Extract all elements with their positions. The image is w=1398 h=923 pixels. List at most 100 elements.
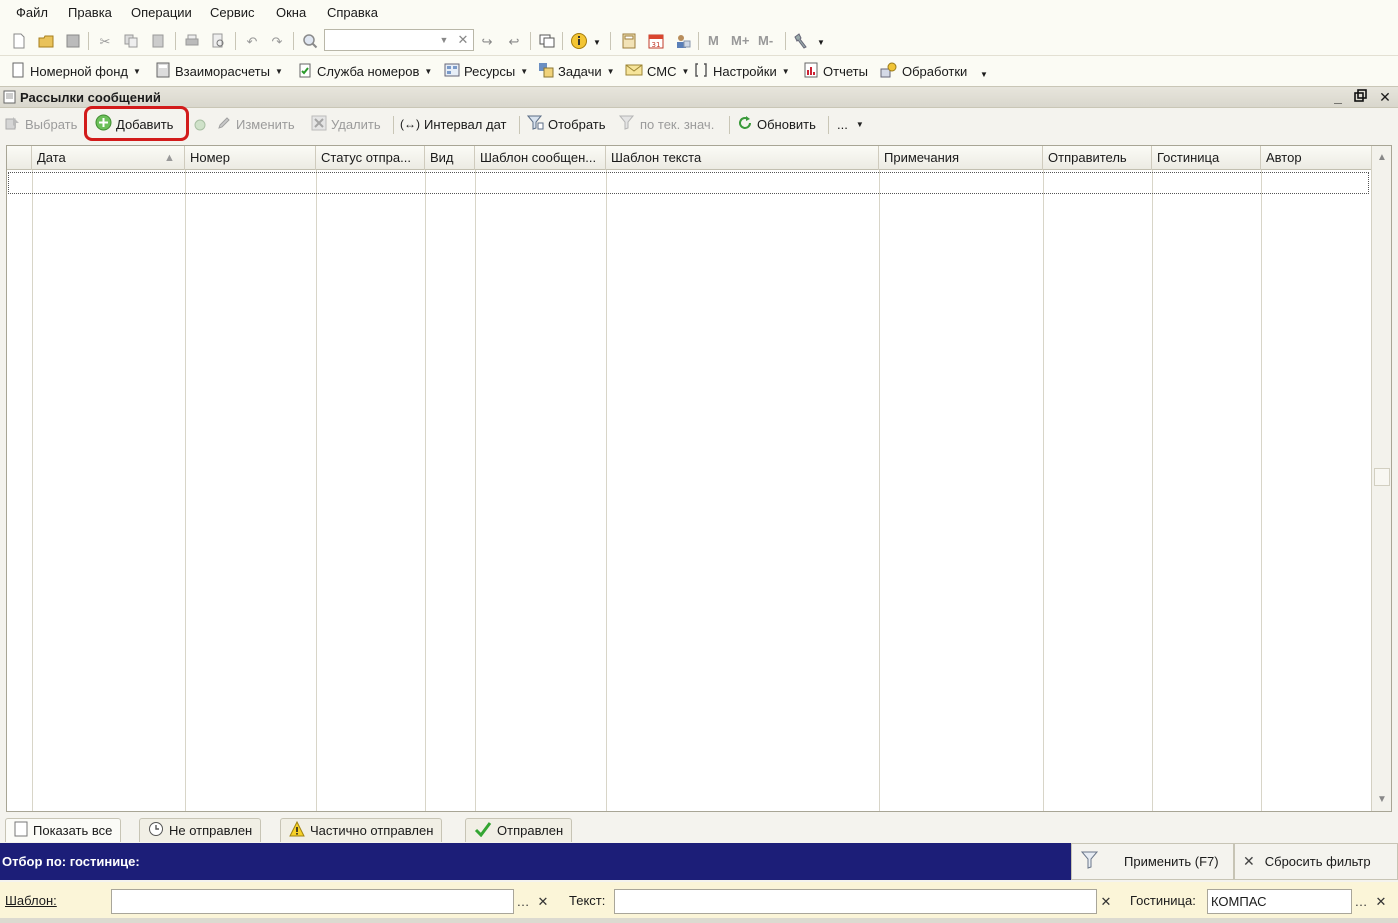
copy-row-button[interactable] <box>192 115 208 133</box>
table-row[interactable] <box>8 172 1369 194</box>
menu-service[interactable]: Сервис <box>210 5 255 20</box>
menu-file[interactable]: Файл <box>16 5 48 20</box>
hotel-label: Гостиница: <box>1130 893 1196 908</box>
save-icon[interactable] <box>64 32 82 50</box>
clock-icon <box>148 821 164 840</box>
calculator-icon[interactable] <box>620 32 638 50</box>
tab-not-sent[interactable]: Не отправлен <box>139 818 262 842</box>
print-icon[interactable] <box>183 32 201 50</box>
tab-sent[interactable]: Отправлен <box>465 818 573 842</box>
vertical-scrollbar[interactable]: ▲ ▼ <box>1371 146 1391 811</box>
restore-icon[interactable] <box>1351 89 1369 105</box>
tools-icon[interactable] <box>793 32 811 50</box>
messages-table[interactable]: Дата ▲ Номер Статус отпра... Вид Шаблон с… <box>6 145 1392 812</box>
calendar-icon[interactable]: 31 <box>647 32 665 50</box>
scroll-thumb[interactable] <box>1374 468 1390 486</box>
new-document-icon[interactable] <box>10 32 28 50</box>
apply-filter-button[interactable]: Применить (F7) <box>1071 843 1234 880</box>
text-label: Текст: <box>569 893 606 908</box>
reset-filter-button[interactable]: ✕ Сбросить фильтр <box>1234 843 1398 880</box>
menu-windows[interactable]: Окна <box>276 5 306 20</box>
column-header-type[interactable]: Вид <box>425 146 475 170</box>
column-header-author[interactable]: Автор <box>1261 146 1371 170</box>
users-icon[interactable] <box>674 32 692 50</box>
edit-button[interactable]: Изменить <box>216 115 295 133</box>
tab-show-all[interactable]: Показать все <box>5 818 122 842</box>
template-select-button[interactable]: … <box>515 892 531 912</box>
menu-edit[interactable]: Правка <box>68 5 112 20</box>
filter-icon <box>526 114 544 134</box>
window-title-bar: Рассылки сообщений _ ✕ <box>0 86 1398 108</box>
memory-m-button[interactable]: M <box>708 33 719 48</box>
nav-tasks[interactable]: Задачи ▼ <box>538 62 615 80</box>
nav-resources[interactable]: Ресурсы ▼ <box>444 62 528 80</box>
scroll-up-icon[interactable]: ▲ <box>1374 150 1390 166</box>
windows-icon[interactable] <box>538 32 556 50</box>
info-icon[interactable] <box>570 32 588 50</box>
close-icon[interactable]: ✕ <box>1376 89 1394 106</box>
tab-partially-sent[interactable]: Частично отправлен <box>280 818 443 842</box>
chevron-down-icon: ▼ <box>855 119 864 129</box>
column-header-number[interactable]: Номер <box>185 146 316 170</box>
column-header-sender[interactable]: Отправитель <box>1043 146 1152 170</box>
column-header-date[interactable]: Дата ▲ <box>32 146 185 170</box>
nav-processing-label: Обработки <box>902 63 968 79</box>
find-next-icon[interactable]: ↪ <box>478 32 496 50</box>
info-dropdown-icon[interactable]: ▼ <box>593 38 601 47</box>
paste-icon[interactable] <box>149 32 167 50</box>
filter-icon <box>1080 849 1102 874</box>
nav-processing[interactable]: Обработки <box>880 62 967 80</box>
column-header-notes[interactable]: Примечания <box>879 146 1043 170</box>
search-icon[interactable] <box>301 32 319 50</box>
date-interval-button[interactable]: (↔) Интервал дат <box>400 115 506 133</box>
filter-bar: Отбор по: гостинице: <box>0 843 1072 880</box>
warning-icon <box>289 820 305 840</box>
nav-settlements[interactable]: Взаиморасчеты ▼ <box>155 62 283 80</box>
cut-icon[interactable]: ✂ <box>96 32 114 50</box>
column-header-message-template[interactable]: Шаблон сообщен... <box>475 146 606 170</box>
filter-by-current-button[interactable]: по тек. знач. <box>618 115 714 133</box>
search-dropdown-icon[interactable]: ▼ <box>437 32 451 48</box>
find-prev-icon[interactable]: ↩ <box>505 32 523 50</box>
hotel-select-button[interactable]: … <box>1353 892 1369 912</box>
more-actions-button[interactable]: ... ▼ <box>837 115 864 133</box>
nav-sms[interactable]: СМС ▼ <box>625 62 689 80</box>
template-field[interactable] <box>111 889 514 914</box>
select-button[interactable]: Выбрать <box>5 115 77 133</box>
print-preview-icon[interactable] <box>209 32 227 50</box>
minimize-icon[interactable]: _ <box>1329 89 1347 105</box>
hotel-clear-icon[interactable]: ✕ <box>1373 892 1389 912</box>
menu-help[interactable]: Справка <box>327 5 378 20</box>
nav-reports[interactable]: Отчеты <box>803 62 868 80</box>
chevron-down-icon: ▼ <box>781 66 790 76</box>
redo-icon[interactable]: ↷ <box>268 32 286 50</box>
tools-dropdown-icon[interactable]: ▼ <box>817 38 825 47</box>
nav-more-dropdown-icon[interactable]: ▼ <box>980 70 988 79</box>
undo-icon[interactable]: ↶ <box>243 32 261 50</box>
search-clear-icon[interactable]: ✕ <box>456 32 470 48</box>
delete-button[interactable]: Удалить <box>311 115 381 133</box>
open-folder-icon[interactable] <box>37 32 55 50</box>
column-header-text-template[interactable]: Шаблон текста <box>606 146 879 170</box>
filter-button[interactable]: Отобрать <box>526 114 606 134</box>
text-field[interactable] <box>614 889 1097 914</box>
clipboard-check-icon <box>297 62 313 81</box>
scroll-down-icon[interactable]: ▼ <box>1374 792 1390 808</box>
memory-plus-button[interactable]: M+ <box>731 33 749 48</box>
menu-operations[interactable]: Операции <box>131 5 192 20</box>
search-input[interactable] <box>324 29 474 51</box>
close-icon: ✕ <box>1243 853 1255 869</box>
copy-icon[interactable] <box>122 32 140 50</box>
text-clear-icon[interactable]: ✕ <box>1098 892 1114 912</box>
column-header-status[interactable]: Статус отпра... <box>316 146 425 170</box>
chevron-down-icon: ▼ <box>520 66 529 76</box>
memory-minus-button[interactable]: M- <box>758 33 773 48</box>
nav-room-service[interactable]: Служба номеров ▼ <box>297 62 432 80</box>
add-button-highlight <box>84 106 189 141</box>
nav-settings[interactable]: Настройки ▼ <box>693 62 790 80</box>
column-header-hotel[interactable]: Гостиница <box>1152 146 1261 170</box>
nav-room-fund[interactable]: Номерной фонд ▼ <box>10 62 141 80</box>
hotel-field[interactable]: КОМПАС <box>1207 889 1352 914</box>
refresh-button[interactable]: Обновить <box>737 115 816 133</box>
template-clear-icon[interactable]: ✕ <box>535 892 551 912</box>
